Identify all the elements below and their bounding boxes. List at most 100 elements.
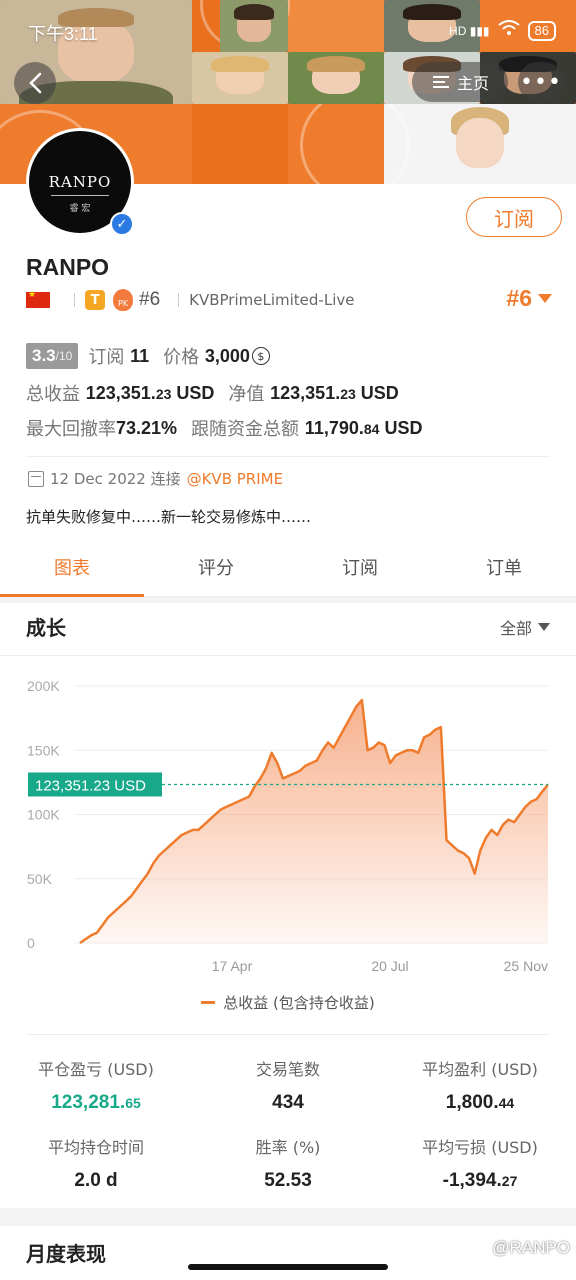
rank-dropdown[interactable]: #6 <box>506 285 552 312</box>
metrics-row: 平仓盈亏 (USD) 123,281.65 交易笔数 434 平均盈利 (USD) 1,8… <box>0 1050 576 1128</box>
verified-icon: ✓ <box>110 212 134 236</box>
metric-cell: 交易笔数 434 <box>192 1050 384 1128</box>
drawdown-label: 最大回撤率 <box>26 419 116 440</box>
x-tick-label: 20 Jul <box>371 958 408 974</box>
calendar-icon <box>28 470 44 487</box>
broker-name: KVBPrimeLimited-Live <box>189 291 355 309</box>
tab-chart[interactable]: 图表 <box>0 543 144 597</box>
series-area <box>80 700 548 943</box>
connect-date: 12 Dec 2022 连接 <box>50 470 181 488</box>
banner-photo <box>432 104 528 184</box>
y-tick-label: 0 <box>27 935 35 951</box>
home-indicator[interactable] <box>188 1264 388 1270</box>
metrics-grid: 平仓盈亏 (USD) 123,281.65 交易笔数 434 平均盈利 (USD) 1,8… <box>0 1050 576 1206</box>
china-flag-icon <box>26 290 50 308</box>
battery-icon: 86 <box>527 20 556 41</box>
metric-label: 交易笔数 <box>255 1060 320 1079</box>
metric-label: 平均亏损 (USD) <box>422 1138 538 1157</box>
tab-orders[interactable]: 订单 <box>432 543 576 596</box>
total-profit-value: 123,351.23 USD <box>85 382 215 403</box>
broker-link[interactable]: @KVB PRIME <box>187 470 283 488</box>
watermark: @RANPO <box>492 1238 570 1257</box>
badge-row: T PK #6 KVBPrimeLimited-Live <box>26 288 354 312</box>
stats-row-1: 3.3 /10 订阅 11 价格 3,000 $ <box>26 343 270 369</box>
metric-cell: 平均亏损 (USD) -1,394.27 <box>384 1128 576 1206</box>
motto: 抗单失败修复中……新一轮交易修炼中…… <box>26 508 312 526</box>
subscribers-value: 11 <box>130 345 150 366</box>
signal-label: HD <box>449 23 467 38</box>
home-icon <box>432 76 449 88</box>
price-label: 价格 <box>163 347 200 368</box>
follow-label: 跟随资金总额 <box>191 419 300 440</box>
metric-cell: 平均持仓时间 2.0 d <box>0 1128 192 1206</box>
x-tick-label: 25 Nov <box>504 958 548 974</box>
legend-label: 总收益 (包含持仓收益) <box>223 994 375 1012</box>
subscribe-button[interactable]: 订阅 <box>466 197 562 237</box>
chevron-down-icon <box>538 294 552 303</box>
home-label: 主页 <box>456 74 489 93</box>
coin-icon: $ <box>251 347 270 365</box>
avatar-text: RANPO <box>48 173 112 191</box>
net-value: 123,351.23 USD <box>270 382 399 403</box>
stats-row-2: 总收益 123,351.23 USD 净值 123,351.23 USD <box>26 380 399 406</box>
signal-icon: HD ▮▮▮ <box>449 23 490 38</box>
avatar-subtext: 睿 宏 <box>69 204 91 214</box>
subscribers-label: 订阅 <box>88 347 125 368</box>
metric-value: 434 <box>272 1092 304 1113</box>
tier-badge: T <box>85 290 105 310</box>
metrics-row: 平均持仓时间 2.0 d 胜率 (%) 52.53 平均亏损 (USD) -1,394.2… <box>0 1128 576 1206</box>
banner-photo <box>192 52 288 104</box>
y-tick-label: 200K <box>27 678 60 694</box>
legend-swatch <box>201 1001 216 1004</box>
trader-name: RANPO <box>26 254 110 280</box>
chart-legend: 总收益 (包含持仓收益) <box>0 992 576 1013</box>
metric-cell: 平仓盈亏 (USD) 123,281.65 <box>0 1050 192 1128</box>
follow-value: 11,790.84 USD <box>304 417 423 438</box>
wifi-icon <box>497 20 520 41</box>
metric-label: 胜率 (%) <box>255 1138 321 1157</box>
chevron-down-icon <box>538 623 550 631</box>
tab-subscribe[interactable]: 订阅 <box>288 543 432 596</box>
rank-small: #6 <box>139 289 161 310</box>
status-time: 下午3:11 <box>28 24 98 44</box>
tab-rating[interactable]: 评分 <box>144 543 288 596</box>
metric-value: 2.0 d <box>74 1170 118 1191</box>
stats-row-3: 最大回撤率 73.21% 跟随资金总额 11,790.84 USD <box>26 415 422 441</box>
status-bar: 下午3:11 HD ▮▮▮ 86 <box>28 18 556 46</box>
more-button[interactable]: ••• <box>518 62 564 102</box>
y-tick-label: 150K <box>27 742 60 758</box>
metric-value: 123,281.65 <box>51 1092 141 1113</box>
y-tick-label: 50K <box>27 871 53 887</box>
score-badge: 3.3 /10 <box>26 343 79 369</box>
score-max: /10 <box>55 349 73 363</box>
rank-big: #6 <box>506 285 532 311</box>
metric-value: 1,800.44 <box>445 1092 515 1113</box>
pk-badge: PK <box>113 289 133 311</box>
tab-bar: 图表 评分 订阅 订单 <box>0 543 576 597</box>
x-tick-label: 17 Apr <box>212 958 253 974</box>
metric-label: 平均持仓时间 <box>47 1138 144 1157</box>
back-button[interactable] <box>14 62 56 104</box>
drawdown-value: 73.21% <box>116 417 178 438</box>
y-tick-label: 100K <box>27 807 60 823</box>
metric-label: 平仓盈亏 (USD) <box>38 1060 154 1079</box>
current-value-label: 123,351.23 USD <box>35 777 146 794</box>
range-filter[interactable]: 全部 <box>500 615 550 639</box>
metric-cell: 胜率 (%) 52.53 <box>192 1128 384 1206</box>
chart-section-title: 成长 <box>26 616 66 640</box>
metric-label: 平均盈利 (USD) <box>422 1060 538 1079</box>
metric-cell: 平均盈利 (USD) 1,800.44 <box>384 1050 576 1128</box>
total-profit-label: 总收益 <box>26 384 80 405</box>
back-arrow-icon <box>29 72 42 94</box>
metric-value: 52.53 <box>264 1170 312 1191</box>
home-button[interactable]: 主页 <box>412 62 508 102</box>
monthly-title: 月度表现 <box>26 1242 106 1266</box>
metric-value: -1,394.27 <box>442 1170 518 1191</box>
price-value: 3,000 <box>204 345 250 366</box>
connect-date-row: 12 Dec 2022 连接 @KVB PRIME <box>28 468 283 489</box>
range-filter-label: 全部 <box>499 619 532 638</box>
growth-chart[interactable]: 200K 150K 100K 50K 0 123,351.23 USD 17 Apr 20 J… <box>0 660 576 980</box>
score-value: 3.3 <box>32 346 56 365</box>
net-label: 净值 <box>228 384 265 405</box>
banner-photo <box>288 52 384 104</box>
